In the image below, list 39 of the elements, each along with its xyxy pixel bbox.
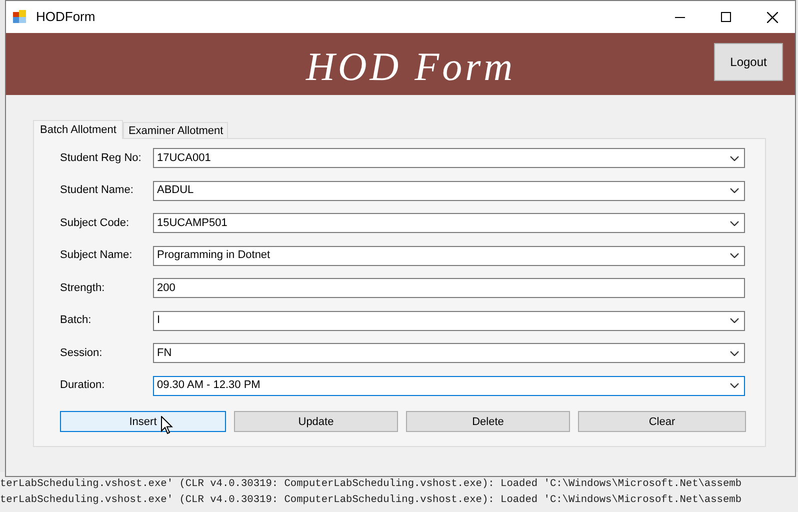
tab[interactable]: Batch Allotment (33, 120, 124, 139)
input-field[interactable]: 200 (153, 278, 745, 298)
mouse-cursor-icon (161, 416, 173, 434)
dropdown-field[interactable]: Programming in Dotnet (153, 246, 745, 266)
chevron-down-icon (730, 383, 739, 388)
action-button[interactable]: Clear (578, 411, 746, 432)
action-button[interactable]: Delete (406, 411, 570, 432)
chevron-down-icon (730, 188, 739, 193)
header-title: HOD Form (306, 43, 516, 91)
close-icon (766, 12, 778, 22)
dropdown-field[interactable]: I (153, 310, 745, 330)
chevron-down-icon (730, 220, 739, 226)
dropdown-field[interactable]: ABDUL (153, 180, 745, 200)
dropdown-field[interactable]: 15UCAMP501 (153, 213, 745, 233)
field-label: Session: (60, 346, 104, 361)
tab[interactable]: Examiner Allotment (123, 122, 228, 138)
dropdown-field[interactable]: 17UCA001 (153, 148, 745, 168)
chevron-down-icon (730, 156, 739, 160)
field-label: Strength: (60, 280, 106, 296)
field-label: Student Reg No: (60, 150, 142, 166)
console-line: terLabScheduling.vshost.exe' (CLR v4.0.30319: ComputerLabScheduling.vshost.exe): Loaded 'C:\Windows\Microsoft.Net\assemb (0, 493, 742, 508)
field-label: Subject Name: (60, 248, 134, 264)
chevron-down-icon (730, 318, 739, 323)
window-title: HODForm (36, 8, 96, 26)
console-line: terLabScheduling.vshost.exe' (CLR v4.0.30319: ComputerLabScheduling.vshost.exe): Loaded 'C:\Windows\Microsoft.Net\assemb (0, 477, 742, 492)
maximize-icon (721, 12, 731, 22)
action-button[interactable]: Update (234, 411, 398, 432)
field-label: Batch: (60, 313, 92, 328)
chevron-down-icon (730, 253, 739, 258)
minimize-icon (675, 16, 685, 18)
dropdown-field[interactable]: 09.30 AM - 12.30 PM (153, 376, 745, 396)
field-label: Duration: (60, 378, 106, 394)
chevron-down-icon (730, 350, 739, 356)
logout-button[interactable]: Logout (714, 43, 783, 81)
field-label: Subject Code: (60, 216, 130, 231)
field-label: Student Name: (60, 183, 134, 198)
dropdown-field[interactable]: FN (153, 343, 745, 363)
action-button[interactable]: Insert (60, 411, 226, 432)
app-icon (12, 9, 28, 25)
